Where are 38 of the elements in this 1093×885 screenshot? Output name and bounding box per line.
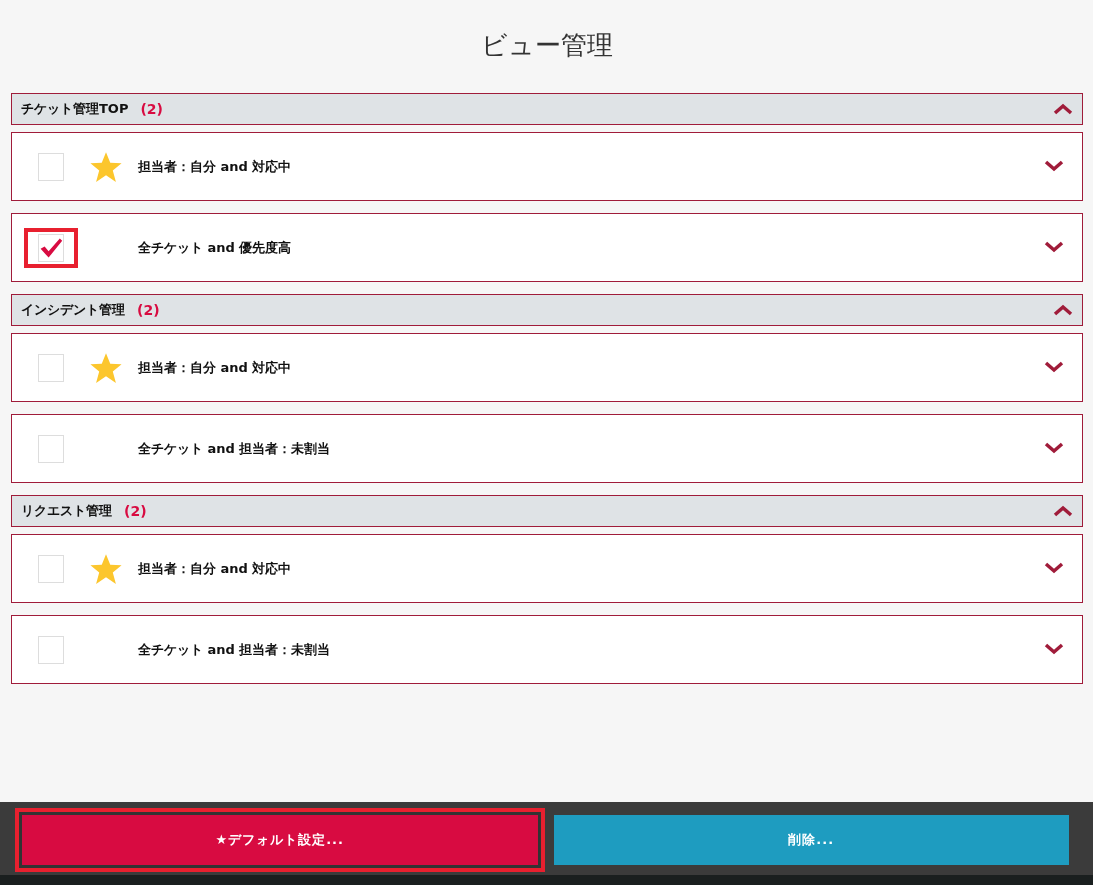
chevron-down-icon[interactable] [1044,361,1064,373]
checkbox[interactable] [38,434,64,463]
view-row[interactable]: 担当者：自分 and 対応中 [11,333,1083,402]
chevron-down-icon[interactable] [1044,160,1064,172]
chevron-down-icon[interactable] [1044,241,1064,253]
checkbox[interactable] [38,635,64,664]
group-name: チケット管理TOP [21,100,129,118]
group-name: インシデント管理 [21,301,125,319]
group-header[interactable]: チケット管理TOP (2) [11,93,1083,125]
set-default-button[interactable]: ★デフォルト設定... [22,815,538,865]
view-row[interactable]: 全チケット and 担当者：未割当 [11,414,1083,483]
view-name: 担当者：自分 and 対応中 [138,157,292,176]
view-name: 全チケット and 優先度高 [138,238,292,257]
view-name: 全チケット and 担当者：未割当 [138,640,331,659]
checkbox[interactable] [38,233,64,262]
page-title: ビュー管理 [480,29,613,62]
view-row[interactable]: 担当者：自分 and 対応中 [11,534,1083,603]
chevron-down-icon[interactable] [1044,643,1064,655]
chevron-down-icon[interactable] [1044,562,1064,574]
view-name: 担当者：自分 and 対応中 [138,358,292,377]
chevron-up-icon[interactable] [1053,303,1073,316]
view-row[interactable]: 担当者：自分 and 対応中 [11,132,1083,201]
chevron-up-icon[interactable] [1053,504,1073,517]
checkbox[interactable] [38,554,64,583]
checkbox[interactable] [38,353,64,382]
group-header[interactable]: リクエスト管理 (2) [11,495,1083,527]
checkbox[interactable] [38,152,64,181]
view-row[interactable]: 全チケット and 優先度高 [11,213,1083,282]
view-name: 担当者：自分 and 対応中 [138,559,292,578]
group-name: リクエスト管理 [21,502,112,520]
view-row[interactable]: 全チケット and 担当者：未割当 [11,615,1083,684]
group-count: (2) [137,302,160,318]
group-header[interactable]: インシデント管理 (2) [11,294,1083,326]
group-count: (2) [124,503,147,519]
chevron-down-icon[interactable] [1044,442,1064,454]
chevron-up-icon[interactable] [1053,102,1073,115]
group-count: (2) [140,101,163,117]
view-name: 全チケット and 担当者：未割当 [138,439,331,458]
